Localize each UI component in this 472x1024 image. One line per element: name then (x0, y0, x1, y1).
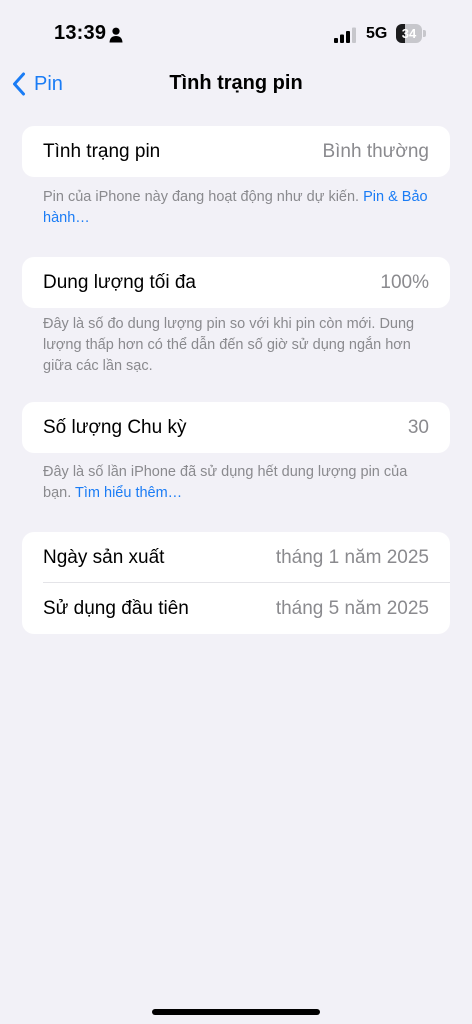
signal-bar (346, 31, 350, 43)
maximum-capacity-value: 100% (380, 271, 429, 293)
network-type: 5G (366, 25, 388, 42)
first-use-row: Sử dụng đầu tiên tháng 5 năm 2025 (22, 583, 450, 634)
cycle-count-note: Đây là số lần iPhone đã sử dụng hết dung… (43, 462, 433, 504)
battery-percentage: 34 (401, 26, 417, 41)
battery-health-card: Tình trạng pin Bình thường (22, 126, 450, 177)
manufacture-date-value: tháng 1 năm 2025 (275, 546, 429, 568)
cycle-count-row: Số lượng Chu kỳ 30 (22, 402, 450, 453)
first-use-label: Sử dụng đầu tiên (43, 597, 189, 619)
page-title: Tình trạng pin (169, 72, 303, 94)
signal-bar (352, 27, 356, 43)
manufacture-date-row: Ngày sản xuất tháng 1 năm 2025 (22, 532, 450, 583)
battery-dates-card: Ngày sản xuất tháng 1 năm 2025 Sử dụng đ… (22, 532, 450, 634)
battery-health-note-text: Pin của iPhone này đang hoạt động như dự… (43, 189, 360, 205)
learn-more-link[interactable]: Tìm hiểu thêm… (75, 485, 182, 501)
cycle-count-value: 30 (407, 416, 429, 438)
signal-bar (340, 34, 344, 43)
home-indicator[interactable] (152, 1009, 320, 1015)
battery-health-label: Tình trạng pin (43, 140, 161, 162)
battery-icon: 34 (396, 24, 426, 43)
maximum-capacity-row: Dung lượng tối đa 100% (22, 257, 450, 308)
signal-bar (334, 38, 338, 43)
maximum-capacity-card: Dung lượng tối đa 100% (22, 257, 450, 308)
battery-health-note: Pin của iPhone này đang hoạt động như dự… (43, 187, 433, 229)
first-use-value: tháng 5 năm 2025 (275, 597, 429, 619)
cycle-count-card: Số lượng Chu kỳ 30 (22, 402, 450, 453)
battery-health-row: Tình trạng pin Bình thường (22, 126, 450, 177)
status-time: 13:39 (54, 22, 107, 44)
status-bar: 13:39 5G 34 (0, 0, 472, 70)
navigation-bar: Pin Tình trạng pin (0, 62, 472, 106)
cycle-count-label: Số lượng Chu kỳ (43, 416, 187, 438)
manufacture-date-label: Ngày sản xuất (43, 546, 165, 568)
battery-health-value: Bình thường (322, 140, 429, 162)
person-icon (109, 27, 123, 43)
cellular-signal-icon (334, 27, 356, 43)
maximum-capacity-label: Dung lượng tối đa (43, 271, 196, 293)
maximum-capacity-note: Đây là số đo dung lượng pin so với khi p… (43, 316, 415, 374)
